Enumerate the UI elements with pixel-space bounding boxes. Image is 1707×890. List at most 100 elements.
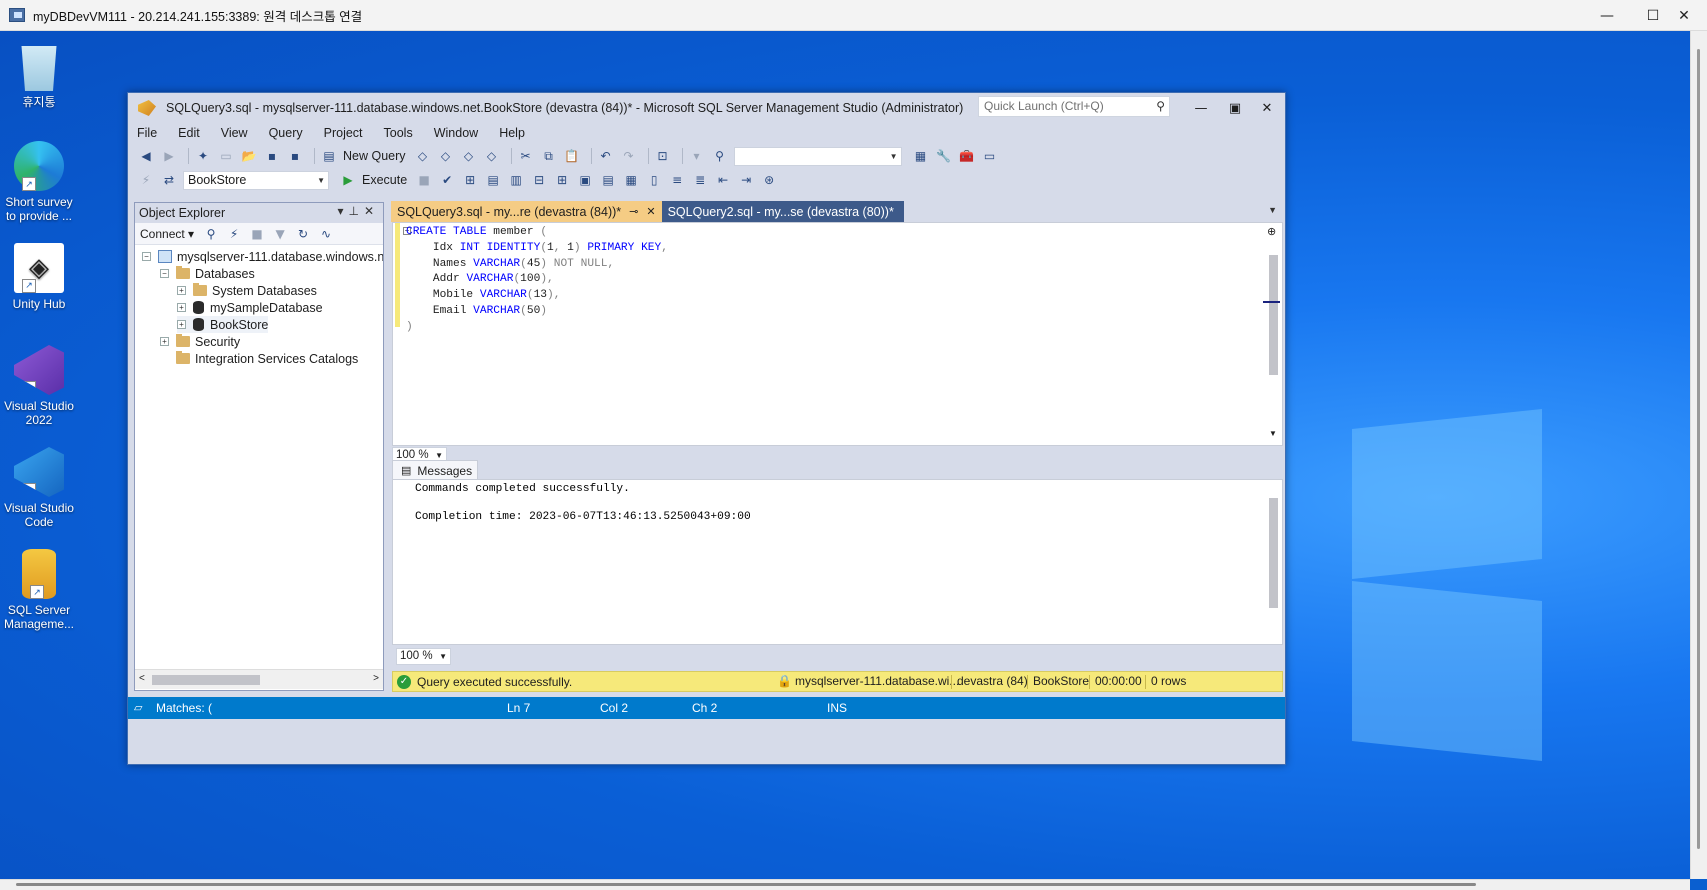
add-item-icon[interactable]: ▭: [217, 148, 235, 164]
parse-icon[interactable]: ✔: [438, 172, 456, 188]
connect-plug-icon[interactable]: ⚲: [202, 226, 220, 242]
redo-icon[interactable]: ↷: [620, 148, 638, 164]
mdx-query-icon[interactable]: ◇: [414, 148, 432, 164]
change-connection-icon[interactable]: ⇄: [160, 172, 178, 188]
menu-view[interactable]: View: [221, 126, 248, 140]
comment-icon[interactable]: ≡: [668, 172, 686, 188]
toolbox-icon[interactable]: 🧰: [958, 148, 976, 164]
tree-node-server[interactable]: − mysqlserver-111.database.windows.ne: [142, 248, 383, 265]
expand-icon[interactable]: +: [160, 337, 169, 346]
connect-icon[interactable]: ⚡: [137, 172, 155, 188]
menu-help[interactable]: Help: [499, 126, 525, 140]
save-all-icon[interactable]: ▪: [286, 148, 304, 164]
copy-icon[interactable]: ⧉: [540, 148, 558, 164]
desktop-icon-vscode[interactable]: ↗ Visual Studio Code: [0, 447, 78, 529]
editor-vscrollbar[interactable]: ⊕ ▼: [1263, 223, 1282, 445]
ssms-close-button[interactable]: ✕: [1253, 97, 1281, 119]
expand-icon[interactable]: +: [177, 286, 186, 295]
window-layout-icon[interactable]: ▭: [981, 148, 999, 164]
intellisense-icon[interactable]: ▥: [507, 172, 525, 188]
tab-sqlquery2[interactable]: SQLQuery2.sql - my...se (devastra (80))*: [661, 201, 904, 222]
filter-icon[interactable]: ▼: [271, 226, 289, 242]
tree-node-mysampledatabase[interactable]: + mySampleDatabase: [177, 299, 323, 316]
stop-icon[interactable]: ■: [248, 226, 266, 242]
rdp-horizontal-scrollbar[interactable]: [0, 879, 1690, 890]
results-text-icon[interactable]: ▤: [599, 172, 617, 188]
forward-icon[interactable]: ▶: [160, 148, 178, 164]
desktop-icon-visual-studio[interactable]: ↗ Visual Studio 2022: [0, 345, 78, 427]
dmx-query-icon[interactable]: ◇: [437, 148, 455, 164]
expand-icon[interactable]: +: [177, 320, 186, 329]
include-plan-icon[interactable]: ⊟: [530, 172, 548, 188]
solution-explorer-icon[interactable]: ▦: [912, 148, 930, 164]
disconnect-icon[interactable]: ⚡: [225, 226, 243, 242]
quick-launch-input[interactable]: Quick Launch (Ctrl+Q) ⚲: [978, 96, 1170, 117]
activity-icon[interactable]: ∿: [317, 226, 335, 242]
scroll-down-icon[interactable]: ▼: [1269, 429, 1277, 438]
tree-node-databases[interactable]: − Databases: [160, 265, 255, 282]
xmla-query-icon[interactable]: ◇: [460, 148, 478, 164]
menu-edit[interactable]: Edit: [178, 126, 200, 140]
menu-tools[interactable]: Tools: [384, 126, 413, 140]
desktop-icon-edge[interactable]: ↗ Short survey to provide ...: [0, 141, 78, 223]
paste-icon[interactable]: 📋: [563, 148, 581, 164]
scroll-right-icon[interactable]: >: [373, 673, 379, 684]
new-project-icon[interactable]: ✦: [194, 148, 212, 164]
messages-zoom-combo[interactable]: 100 % ▼: [396, 648, 451, 665]
cut-icon[interactable]: ✂: [517, 148, 535, 164]
tree-node-integration-services[interactable]: Integration Services Catalogs: [176, 350, 358, 367]
ssms-maximize-button[interactable]: ▣: [1221, 97, 1249, 119]
sql-editor[interactable]: − CREATE TABLE member ( Idx INT IDENTITY…: [392, 222, 1283, 446]
back-icon[interactable]: ◀: [137, 148, 155, 164]
open-file-icon[interactable]: 📂: [240, 148, 258, 164]
query-options-icon[interactable]: ▤: [484, 172, 502, 188]
expand-icon[interactable]: +: [177, 303, 186, 312]
tab-sqlquery3[interactable]: SQLQuery3.sql - my...re (devastra (84))*…: [391, 201, 662, 222]
split-icon[interactable]: ⊕: [1267, 225, 1276, 238]
menu-project[interactable]: Project: [324, 126, 363, 140]
tree-node-security[interactable]: + Security: [160, 333, 240, 350]
messages-tab[interactable]: ▤ Messages: [392, 460, 478, 480]
output-window-icon[interactable]: ▱: [134, 701, 142, 714]
messages-vscrollbar[interactable]: [1265, 480, 1282, 644]
menu-window[interactable]: Window: [434, 126, 478, 140]
results-file-icon[interactable]: ▯: [645, 172, 663, 188]
decrease-indent-icon[interactable]: ⇤: [714, 172, 732, 188]
stop-icon[interactable]: ■: [415, 172, 433, 188]
desktop-icon-ssms[interactable]: ↗ SQL Server Manageme...: [0, 549, 78, 631]
increase-indent-icon[interactable]: ⇥: [737, 172, 755, 188]
activity-monitor-icon[interactable]: ⊡: [654, 148, 672, 164]
client-stats-icon[interactable]: ▣: [576, 172, 594, 188]
menu-file[interactable]: File: [137, 126, 157, 140]
uncomment-icon[interactable]: ≣: [691, 172, 709, 188]
tree-node-bookstore[interactable]: + BookStore: [177, 316, 269, 333]
menu-query[interactable]: Query: [269, 126, 303, 140]
rdp-vertical-scrollbar[interactable]: [1690, 31, 1707, 879]
collapse-icon[interactable]: −: [142, 252, 151, 261]
rdp-close-button[interactable]: ✕: [1661, 0, 1707, 31]
desktop-icon-recycle-bin[interactable]: 휴지통: [0, 41, 78, 109]
rdp-minimize-button[interactable]: —: [1584, 0, 1630, 31]
scroll-left-icon[interactable]: <: [139, 673, 145, 684]
results-grid-icon[interactable]: ▦: [622, 172, 640, 188]
tree-node-system-databases[interactable]: + System Databases: [177, 282, 317, 299]
collapse-icon[interactable]: −: [160, 269, 169, 278]
find-combo[interactable]: ▼: [733, 146, 902, 166]
undo-icon[interactable]: ↶: [597, 148, 615, 164]
search-icon[interactable]: ⚲: [1156, 99, 1165, 113]
dropdown-icon[interactable]: ▾: [688, 148, 706, 164]
refresh-icon[interactable]: ↻: [294, 226, 312, 242]
save-icon[interactable]: ▪: [263, 148, 281, 164]
find-icon[interactable]: ⚲: [711, 148, 729, 164]
ssms-minimize-button[interactable]: —: [1187, 97, 1215, 119]
estimated-plan-icon[interactable]: ⊞: [461, 172, 479, 188]
object-explorer-hscrollbar[interactable]: < >: [135, 669, 383, 689]
properties-icon[interactable]: 🔧: [935, 148, 953, 164]
dax-query-icon[interactable]: ◇: [483, 148, 501, 164]
tab-overflow-icon[interactable]: ▼: [1268, 205, 1277, 215]
panel-pin-close-icons[interactable]: ▾⊥✕: [337, 204, 379, 218]
execute-button[interactable]: ▶ Execute: [339, 172, 407, 188]
connect-dropdown[interactable]: Connect ▾: [140, 227, 194, 241]
database-selector[interactable]: BookStore ▼: [183, 170, 329, 190]
new-query-button[interactable]: ▤ New Query: [320, 148, 405, 164]
